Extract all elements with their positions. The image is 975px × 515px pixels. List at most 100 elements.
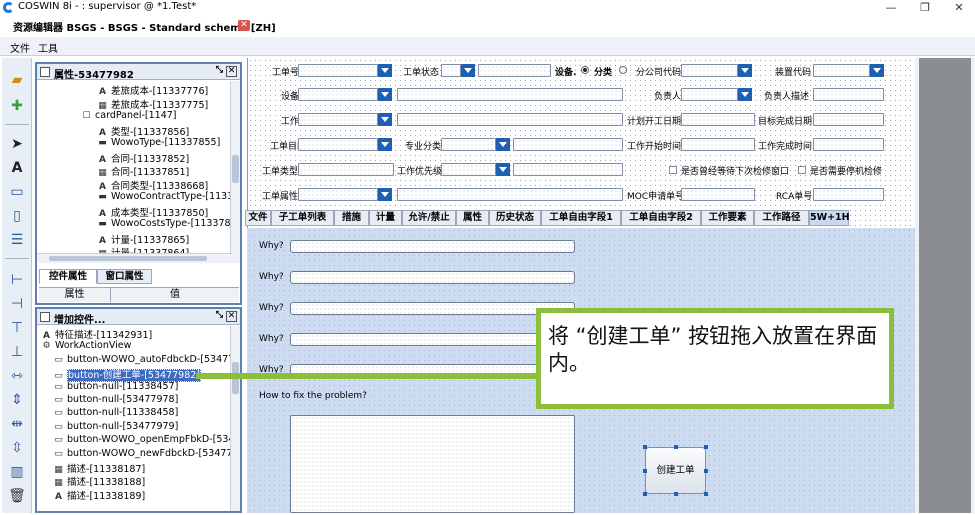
work-order-no-dropdown-icon[interactable]: [378, 64, 392, 77]
properties-tree-item[interactable]: A 合同-[11337852]: [97, 151, 189, 165]
controls-tree-item[interactable]: A 特征描述-[11342931]: [41, 327, 152, 341]
properties-tree-item[interactable]: A 成本类型-[11337850]: [97, 205, 208, 219]
restore-button[interactable]: ❐: [910, 0, 940, 16]
equipment-desc-field[interactable]: [397, 88, 623, 101]
category-radio[interactable]: [619, 66, 627, 74]
properties-tree-item[interactable]: ▬ WowoType-[11337855]: [97, 137, 220, 150]
resize-handle[interactable]: [674, 492, 678, 496]
properties-tree-item[interactable]: A 计量-[11337865]: [97, 232, 189, 246]
column-header-property[interactable]: 属性: [39, 288, 111, 302]
create-work-order-button[interactable]: 创建工单: [645, 447, 706, 494]
target-finish-field[interactable]: [813, 113, 884, 126]
same-height-icon[interactable]: ⇳: [7, 438, 27, 458]
work-priority-desc-field[interactable]: [513, 163, 623, 176]
close-window-button[interactable]: ✕: [944, 0, 974, 16]
controls-tree-item[interactable]: ▭ button-null-[11338457]: [53, 381, 178, 394]
why-field-3[interactable]: [290, 302, 575, 315]
work-priority-dropdown-icon[interactable]: [496, 163, 510, 176]
delete-trash-icon[interactable]: 🗑: [7, 486, 27, 506]
wo-attribute-field[interactable]: [298, 188, 378, 201]
controls-tree-item[interactable]: ▭ button-WOWO_newFdbckD-[53477981: [53, 448, 232, 461]
wait-next-window-checkbox[interactable]: [669, 166, 677, 174]
controls-tree-scrollbar[interactable]: [230, 326, 240, 511]
work-order-no-field[interactable]: [298, 64, 378, 77]
controls-tree-item[interactable]: ▦ 描述-[11338187]: [53, 461, 145, 475]
panel-toggle-checkbox[interactable]: [40, 312, 50, 322]
controls-tree-item[interactable]: A 描述-[11338189]: [53, 488, 145, 502]
controls-tree-item-selected[interactable]: ▭ button-创建工单-[53477982]: [53, 367, 201, 383]
properties-tree-item[interactable]: A 类型-[11337856]: [97, 124, 189, 138]
unit-code-dropdown-icon[interactable]: [870, 64, 884, 77]
controls-tree-item[interactable]: ▭ button-null-[11338458]: [53, 407, 178, 420]
close-panel-icon[interactable]: ✕: [226, 311, 237, 322]
tab-control-properties[interactable]: 控件属性: [39, 269, 97, 284]
moc-no-field[interactable]: [681, 188, 755, 201]
equipment-dropdown-icon[interactable]: [378, 88, 392, 101]
distribute-vertical-icon[interactable]: ⇕: [7, 390, 27, 410]
resize-handle[interactable]: [704, 469, 708, 473]
wo-attribute-dropdown-icon[interactable]: [378, 188, 392, 201]
properties-tree-item[interactable]: ▦ 差旅成本-[11337775]: [97, 97, 208, 111]
tab-1[interactable]: 子工单列表: [271, 210, 334, 226]
panel-toggle-checkbox[interactable]: [40, 67, 50, 77]
resize-handle[interactable]: [704, 492, 708, 496]
branch-code-dropdown-icon[interactable]: [738, 64, 752, 77]
work-order-status-field[interactable]: [441, 64, 461, 77]
add-component-icon[interactable]: ✚: [7, 96, 27, 116]
controls-tree-item[interactable]: ▭ button-WOWO_autoFdbckD-[53477980: [53, 354, 232, 367]
align-bottom-icon[interactable]: ⊥: [7, 342, 27, 362]
tab-8[interactable]: 工单自由字段2: [621, 210, 701, 226]
branch-code-field[interactable]: [681, 64, 738, 77]
owner-dropdown-icon[interactable]: [738, 88, 752, 101]
wo-purpose-dropdown-icon[interactable]: [378, 138, 392, 151]
select-pointer-icon[interactable]: ➤: [7, 134, 27, 154]
menu-tools[interactable]: 工具: [38, 40, 58, 55]
tab-11[interactable]: 5W+1H: [809, 210, 850, 226]
minimize-button[interactable]: —: [876, 0, 906, 16]
why-field-2[interactable]: [290, 271, 575, 284]
owner-desc-field[interactable]: [813, 88, 884, 101]
work-priority-field[interactable]: [441, 163, 496, 176]
columns-icon[interactable]: ▥: [7, 462, 27, 482]
page-tool-icon[interactable]: ▯: [7, 206, 27, 226]
why-field-4[interactable]: [290, 333, 575, 346]
same-width-icon[interactable]: ⇹: [7, 414, 27, 434]
properties-tree-hscrollbar[interactable]: [37, 253, 232, 263]
properties-tree-item[interactable]: ▬ WowoContractType-[1133866: [97, 191, 232, 204]
right-scroll-area[interactable]: [919, 58, 971, 513]
specialty-desc-field[interactable]: [513, 138, 623, 151]
properties-tree-scrollbar[interactable]: [230, 81, 240, 263]
specialty-field[interactable]: [441, 138, 496, 151]
work-finish-time-field[interactable]: [813, 138, 884, 151]
plan-start-field[interactable]: [681, 113, 755, 126]
wo-attribute-desc-field[interactable]: [397, 188, 623, 201]
controls-tree-item[interactable]: ▦ 描述-[11338188]: [53, 474, 145, 488]
wo-purpose-field[interactable]: [298, 138, 378, 151]
resize-handle[interactable]: [704, 445, 708, 449]
distribute-horizontal-icon[interactable]: ⇿: [7, 366, 27, 386]
open-folder-icon[interactable]: ▰: [7, 70, 27, 90]
properties-tree-item[interactable]: ☐ cardPanel-[1147]: [81, 110, 176, 123]
work-order-status-desc-field[interactable]: [478, 64, 551, 77]
tab-window-properties[interactable]: 窗口属性: [97, 269, 152, 284]
properties-tree-item[interactable]: A 差旅成本-[11337776]: [97, 83, 208, 97]
menu-file[interactable]: 文件: [10, 40, 30, 55]
tab-6[interactable]: 历史状态: [489, 210, 541, 226]
tab-5[interactable]: 属性: [456, 210, 489, 226]
work-start-time-field[interactable]: [681, 138, 755, 151]
need-shutdown-checkbox[interactable]: [798, 166, 806, 174]
text-label-tool-icon[interactable]: A: [7, 158, 27, 178]
specialty-dropdown-icon[interactable]: [496, 138, 510, 151]
pin-icon[interactable]: ⤡: [216, 65, 223, 75]
list-tool-icon[interactable]: ☰: [7, 230, 27, 250]
equipment-radio[interactable]: [581, 66, 589, 74]
controls-tree-item[interactable]: ▭ button-null-[53477979]: [53, 421, 178, 434]
work-order-status-dropdown-icon[interactable]: [461, 64, 475, 77]
work-field[interactable]: [298, 113, 378, 126]
tab-4[interactable]: 允许/禁止: [402, 210, 456, 226]
resize-handle[interactable]: [674, 445, 678, 449]
tab-10[interactable]: 工作路径: [754, 210, 809, 226]
tab-0[interactable]: 文件: [245, 210, 271, 226]
tab-2[interactable]: 措施: [334, 210, 369, 226]
column-header-value[interactable]: 值: [111, 288, 239, 302]
